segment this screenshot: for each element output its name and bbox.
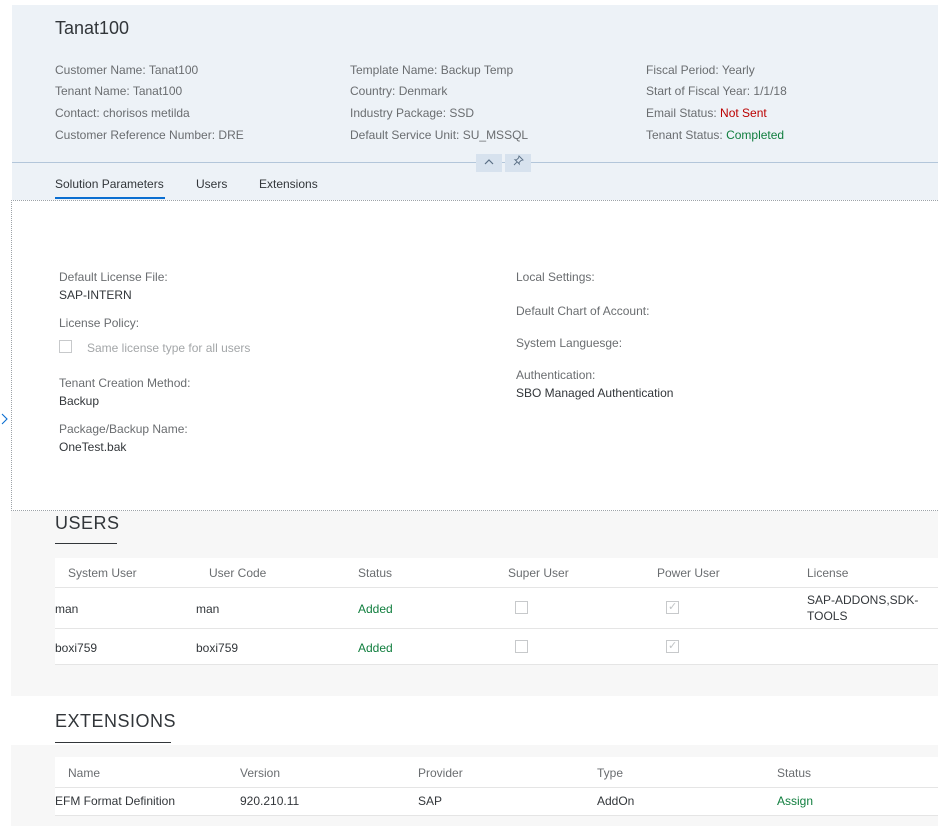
col-system-user: System User bbox=[68, 566, 137, 580]
user-row-2-super-user-checkbox[interactable] bbox=[515, 640, 528, 653]
tenant-status-attr: Tenant Status: Completed bbox=[646, 128, 785, 142]
ext-row-1-name[interactable]: EFM Format Definition bbox=[55, 794, 175, 808]
header-divider bbox=[12, 162, 938, 163]
authentication-label: Authentication: bbox=[516, 368, 596, 382]
same-license-label: Same license type for all users bbox=[87, 341, 251, 355]
extensions-header-divider bbox=[55, 787, 938, 788]
col-ext-provider: Provider bbox=[418, 766, 463, 780]
default-service-unit-attr: Default Service Unit: SU_MSSQL bbox=[350, 128, 529, 142]
col-ext-type: Type bbox=[597, 766, 624, 780]
same-license-checkbox[interactable] bbox=[59, 340, 72, 353]
tab-users[interactable]: Users bbox=[196, 177, 227, 191]
user-row-2-power-user-checkbox[interactable] bbox=[666, 639, 679, 653]
collapse-header-button[interactable] bbox=[476, 154, 502, 172]
system-language-label: System Languesge: bbox=[516, 336, 623, 350]
col-status: Status bbox=[358, 566, 393, 580]
license-policy-label: License Policy: bbox=[59, 316, 140, 330]
col-ext-status: Status bbox=[777, 766, 812, 780]
contact-attr: Contact: chorisos metilda bbox=[55, 106, 190, 120]
ext-row-1-provider: SAP bbox=[418, 794, 443, 808]
customer-reference-attr: Customer Reference Number: DRE bbox=[55, 128, 244, 142]
fiscal-year-start-attr: Start of Fiscal Year: 1/1/18 bbox=[646, 84, 787, 98]
expand-side-button[interactable] bbox=[1, 413, 8, 428]
users-header-divider bbox=[55, 587, 938, 588]
selected-tab-indicator bbox=[55, 197, 165, 199]
col-super-user: Super User bbox=[508, 566, 569, 580]
package-backup-name-value: OneTest.bak bbox=[59, 440, 127, 454]
user-row-1-system-user[interactable]: man bbox=[55, 602, 78, 616]
tenant-creation-method-label: Tenant Creation Method: bbox=[59, 376, 191, 390]
user-row-1-user-code: man bbox=[196, 602, 220, 616]
pin-icon bbox=[513, 155, 524, 166]
fiscal-period-attr: Fiscal Period: Yearly bbox=[646, 63, 755, 77]
email-status-attr: Email Status: Not Sent bbox=[646, 106, 767, 120]
col-ext-version: Version bbox=[240, 766, 281, 780]
ext-row-1-status[interactable]: Assign bbox=[777, 794, 813, 808]
users-section-title: USERS bbox=[55, 513, 120, 533]
default-chart-of-account-label: Default Chart of Account: bbox=[516, 304, 650, 318]
ext-row-1-version: 920.210.11 bbox=[240, 794, 300, 808]
customer-name-attr: Customer Name: Tanat100 bbox=[55, 63, 199, 77]
object-header: Tanat100 Customer Name: Tanat100 Tenant … bbox=[12, 5, 938, 200]
ext-row-1-type: AddOn bbox=[597, 794, 635, 808]
tab-extensions[interactable]: Extensions bbox=[259, 177, 318, 191]
tenant-name-attr: Tenant Name: Tanat100 bbox=[55, 84, 183, 98]
package-backup-name-label: Package/Backup Name: bbox=[59, 422, 188, 436]
user-row-1-super-user-checkbox[interactable] bbox=[515, 601, 528, 614]
chevron-up-icon bbox=[484, 159, 494, 165]
tenant-status-value: Completed bbox=[726, 128, 785, 142]
user-row-2-status: Added bbox=[358, 641, 393, 655]
page-title: Tanat100 bbox=[55, 18, 130, 38]
user-row-1-power-user-checkbox[interactable] bbox=[666, 600, 679, 614]
user-row-1-license-line1: SAP-ADDONS,SDK- bbox=[807, 593, 919, 607]
extensions-table-bottom bbox=[55, 815, 938, 816]
extensions-title-underline bbox=[55, 742, 171, 743]
col-ext-name: Name bbox=[68, 766, 101, 780]
chevron-right-icon bbox=[1, 413, 8, 425]
local-settings-label: Local Settings: bbox=[516, 270, 595, 284]
col-power-user: Power User bbox=[657, 566, 720, 580]
default-license-file-label: Default License File: bbox=[59, 270, 168, 284]
user-row-2-system-user[interactable]: boxi759 bbox=[55, 641, 97, 655]
industry-package-attr: Industry Package: SSD bbox=[350, 106, 475, 120]
col-license: License bbox=[807, 566, 849, 580]
users-table-bottom bbox=[55, 664, 938, 665]
user-row-1-license-line2: TOOLS bbox=[807, 609, 848, 623]
users-row-divider bbox=[55, 628, 938, 629]
users-table bbox=[55, 558, 938, 665]
email-status-value: Not Sent bbox=[720, 106, 767, 120]
users-title-underline bbox=[55, 543, 117, 544]
tab-solution-parameters[interactable]: Solution Parameters bbox=[55, 177, 164, 191]
template-name-attr: Template Name: Backup Temp bbox=[350, 63, 514, 77]
country-attr: Country: Denmark bbox=[350, 84, 448, 98]
user-row-1-status: Added bbox=[358, 602, 393, 616]
extensions-section-title: EXTENSIONS bbox=[55, 711, 177, 731]
user-row-2-user-code: boxi759 bbox=[196, 641, 239, 655]
default-license-file-value: SAP-INTERN bbox=[59, 288, 132, 302]
tenant-creation-method-value: Backup bbox=[59, 394, 100, 408]
authentication-value: SBO Managed Authentication bbox=[516, 386, 674, 400]
solution-parameters-section bbox=[11, 200, 938, 511]
pin-header-button[interactable] bbox=[505, 154, 531, 172]
col-user-code: User Code bbox=[209, 566, 267, 580]
